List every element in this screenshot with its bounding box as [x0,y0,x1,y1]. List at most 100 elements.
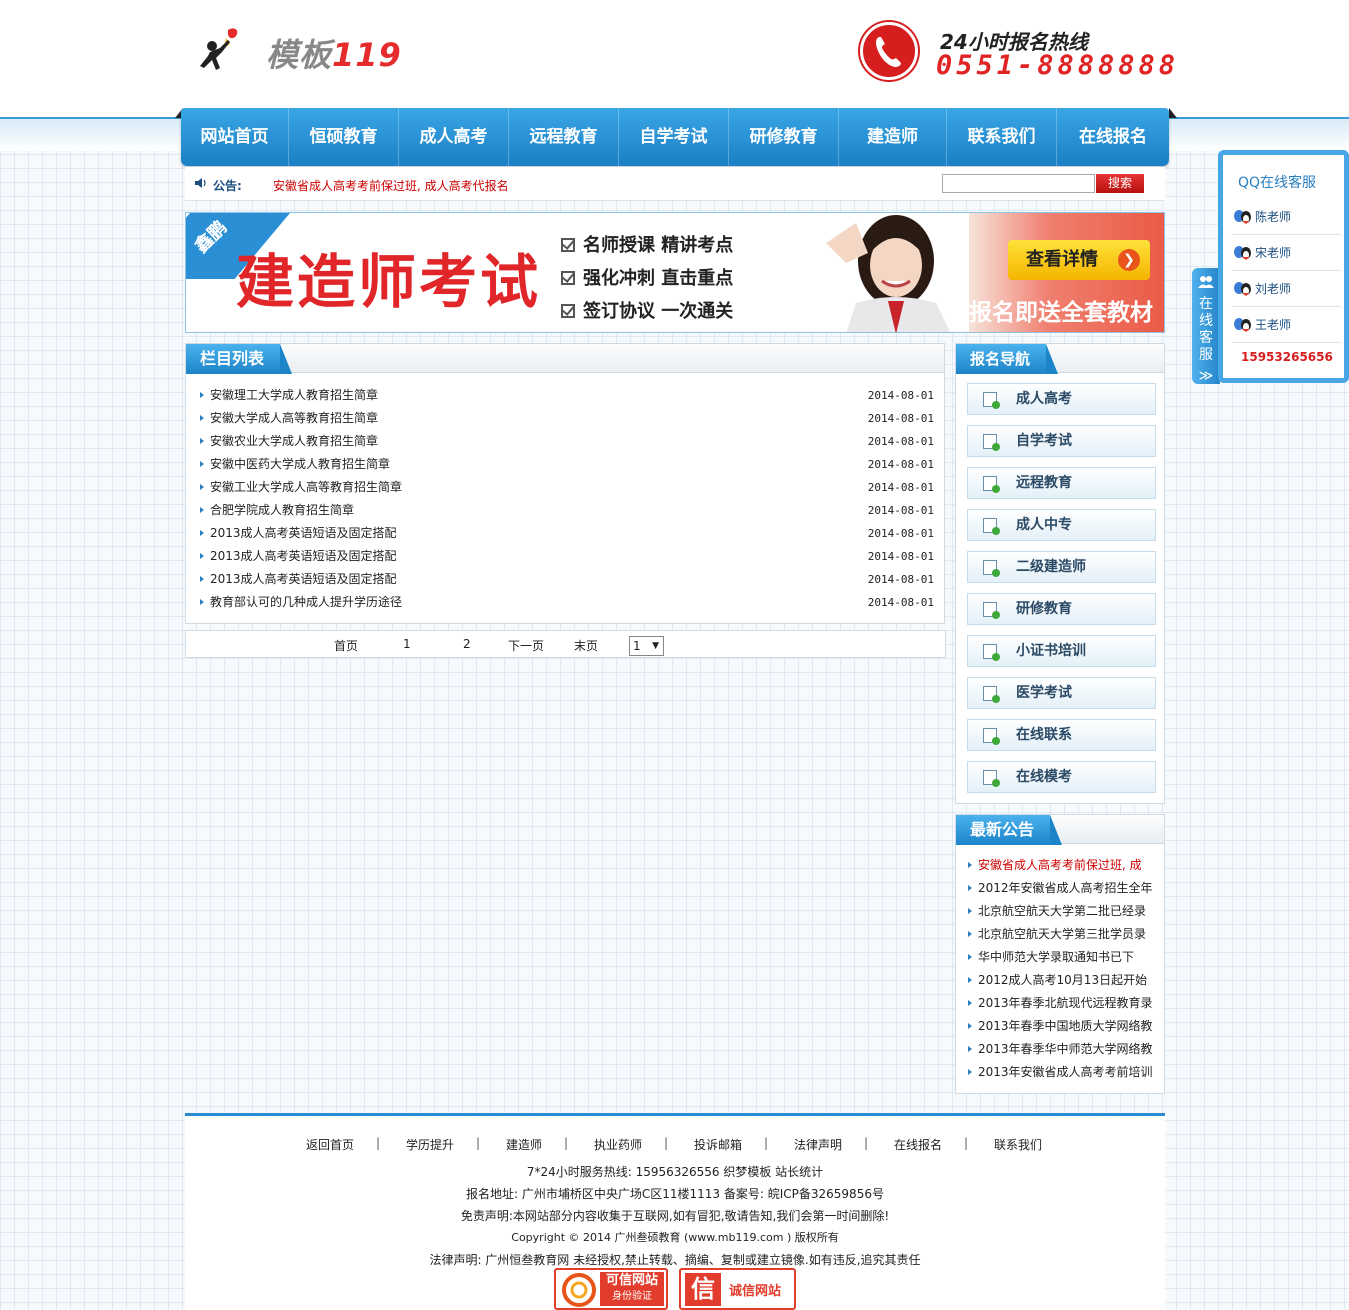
qq-agent-name[interactable]: 宋老师 [1255,246,1291,260]
nav-item-signup[interactable]: 在线报名 [1057,108,1169,166]
promo-banner[interactable]: 鑫鹏 建造师考试 名师授课 精讲考点 强化冲刺 直击重点 签订协议 一次通关 查… [185,212,1165,333]
nav-item-self-study[interactable]: 自学考试 [619,108,729,166]
announcement-text[interactable]: 2013年春季华中师范大学网络教 [978,1042,1153,1056]
footer-link-legal[interactable]: 法律声明 [794,1136,842,1153]
bullet-arrow-icon [200,576,204,582]
customer-service-tab-label: 在线客服 [1199,296,1213,363]
list-item[interactable]: 教育部认可的几种成人提升学历途径 2014-08-01 [200,591,934,614]
sidebar-item-remote-edu[interactable]: 远程教育 [967,467,1156,499]
list-item[interactable]: 安徽理工大学成人教育招生简章 2014-08-01 [200,384,934,407]
footer-link-signup[interactable]: 在线报名 [894,1136,942,1153]
footer-link-builder[interactable]: 建造师 [506,1136,542,1153]
search-button[interactable]: 搜索 [1096,174,1144,193]
announcement-text[interactable]: 2013年春季中国地质大学网络教 [978,1019,1153,1033]
announcement-item[interactable]: 北京航空航天大学第三批学员录 [968,923,1155,946]
list-item[interactable]: 2013成人高考英语短语及固定搭配 2014-08-01 [200,568,934,591]
announcement-item[interactable]: 2012年安徽省成人高考招生全年 [968,877,1155,900]
list-item-title[interactable]: 合肥学院成人教育招生简章 [210,503,354,517]
list-item-title[interactable]: 安徽中医药大学成人教育招生简章 [210,457,390,471]
pager-next[interactable]: 下一页 [508,637,544,654]
trusted-site-badge[interactable]: 可信网站 身份验证 [554,1268,668,1310]
list-item[interactable]: 安徽工业大学成人高等教育招生简章 2014-08-01 [200,476,934,499]
list-item[interactable]: 2013成人高考英语短语及固定搭配 2014-08-01 [200,522,934,545]
footer-link-complaint[interactable]: 投诉邮箱 [694,1136,742,1153]
sidebar-item-self-study[interactable]: 自学考试 [967,425,1156,457]
nav-item-contact[interactable]: 联系我们 [947,108,1057,166]
announcement-item[interactable]: 2012成人高考10月13日起开始 [968,969,1155,992]
pager-page-2[interactable]: 2 [463,637,471,651]
sidebar-item-training[interactable]: 研修教育 [967,593,1156,625]
announcement-item[interactable]: 2013年安徽省成人高考考前培训 [968,1061,1155,1084]
sidebar-item-adult-exam[interactable]: 成人高考 [967,383,1156,415]
qq-agent[interactable]: 陈老师 [1231,199,1341,235]
footer-link-contact[interactable]: 联系我们 [994,1136,1042,1153]
qq-agent-name[interactable]: 王老师 [1255,318,1291,332]
list-item-title[interactable]: 安徽工业大学成人高等教育招生简章 [210,480,402,494]
list-item-title[interactable]: 安徽农业大学成人教育招生简章 [210,434,378,448]
announcement-item[interactable]: 2013年春季华中师范大学网络教 [968,1038,1155,1061]
qq-agent[interactable]: 王老师 [1231,307,1341,343]
sidebar-item-label: 二级建造师 [1016,559,1086,575]
list-item-title[interactable]: 教育部认可的几种成人提升学历途径 [210,595,402,609]
nav-item-adult-exam[interactable]: 成人高考 [399,108,509,166]
qq-agent[interactable]: 宋老师 [1231,235,1341,271]
footer-link-pharmacist[interactable]: 执业药师 [594,1136,642,1153]
announcement-text[interactable]: 2012成人高考10月13日起开始 [978,973,1147,987]
announcement-text[interactable]: 2012年安徽省成人高考招生全年 [978,881,1153,895]
announcement-text[interactable]: 北京航空航天大学第二批已经录 [978,904,1146,918]
sidebar-item-online-contact[interactable]: 在线联系 [967,719,1156,751]
announcement-item[interactable]: 安徽省成人高考考前保过班, 成 [968,854,1155,877]
sidebar-item-adult-vocational[interactable]: 成人中专 [967,509,1156,541]
sidebar-item-builder[interactable]: 二级建造师 [967,551,1156,583]
announcement-item[interactable]: 2013年春季中国地质大学网络教 [968,1015,1155,1038]
list-item-date: 2014-08-01 [867,550,934,563]
announcement-text[interactable]: 华中师范大学录取通知书已下 [978,950,1134,964]
list-item[interactable]: 安徽大学成人高等教育招生简章 2014-08-01 [200,407,934,430]
announcement-item[interactable]: 2013年春季北航现代远程教育录 [968,992,1155,1015]
announcement-item[interactable]: 北京航空航天大学第二批已经录 [968,900,1155,923]
sidebar-item-certificate[interactable]: 小证书培训 [967,635,1156,667]
nav-item-training[interactable]: 研修教育 [729,108,839,166]
nav-item-builder[interactable]: 建造师 [839,108,947,166]
footer-hotline: 7*24小时服务热线: 15956326556 织梦模板 站长统计 [526,1165,824,1179]
list-item[interactable]: 安徽中医药大学成人教育招生简章 2014-08-01 [200,453,934,476]
search-input[interactable] [942,174,1095,193]
footer-separator: | [964,1136,969,1150]
integrity-site-badge[interactable]: 信 诚信网站 [679,1268,796,1310]
pager-first[interactable]: 首页 [334,637,358,654]
list-item-title[interactable]: 2013成人高考英语短语及固定搭配 [210,526,397,540]
list-item[interactable]: 安徽农业大学成人教育招生简章 2014-08-01 [200,430,934,453]
pager-last[interactable]: 末页 [574,637,598,654]
nav-item-home[interactable]: 网站首页 [181,108,289,166]
announcement-text[interactable]: 2013年安徽省成人高考考前培训 [978,1065,1153,1079]
logo-text-cn: 模板 [266,36,333,74]
document-icon [983,686,1000,703]
list-item-title[interactable]: 安徽大学成人高等教育招生简章 [210,411,378,425]
list-item[interactable]: 合肥学院成人教育招生简章 2014-08-01 [200,499,934,522]
page-select[interactable]: 1 ▼ [629,636,664,656]
nav-item-remote-edu[interactable]: 远程教育 [509,108,619,166]
list-item-title[interactable]: 2013成人高考英语短语及固定搭配 [210,549,397,563]
announcement-text[interactable]: 北京航空航天大学第三批学员录 [978,927,1146,941]
sidebar-item-label: 成人高考 [1016,391,1072,407]
announcement-text[interactable]: 安徽省成人高考考前保过班, 成 [978,858,1142,872]
qq-agent[interactable]: 刘老师 [1231,271,1341,307]
footer-link-home[interactable]: 返回首页 [306,1136,354,1153]
qq-agent-name[interactable]: 陈老师 [1255,210,1291,224]
view-details-button[interactable]: 查看详情 ❯ [1008,240,1150,280]
pager-page-1[interactable]: 1 [403,637,411,651]
footer-link-degree[interactable]: 学历提升 [406,1136,454,1153]
customer-service-tab[interactable]: 在线客服 ≫ [1192,268,1220,384]
announcement-text[interactable]: 2013年春季北航现代远程教育录 [978,996,1153,1010]
announcements-box: 最新公告 安徽省成人高考考前保过班, 成 2012年安徽省成人高考招生全年 北京… [955,814,1165,1094]
announcement-item[interactable]: 华中师范大学录取通知书已下 [968,946,1155,969]
list-item-title[interactable]: 2013成人高考英语短语及固定搭配 [210,572,397,586]
list-item-title[interactable]: 安徽理工大学成人教育招生简章 [210,388,378,402]
sidebar-item-medical[interactable]: 医学考试 [967,677,1156,709]
sidebar-item-mock-exam[interactable]: 在线模考 [967,761,1156,793]
list-item[interactable]: 2013成人高考英语短语及固定搭配 2014-08-01 [200,545,934,568]
qq-agent-name[interactable]: 刘老师 [1255,282,1291,296]
nav-item-hengshuo[interactable]: 恒硕教育 [289,108,399,166]
notice-scroll-text[interactable]: 安徽省成人高考考前保过班, 成人高考代报名 [273,177,509,194]
list-item-date: 2014-08-01 [867,389,934,402]
